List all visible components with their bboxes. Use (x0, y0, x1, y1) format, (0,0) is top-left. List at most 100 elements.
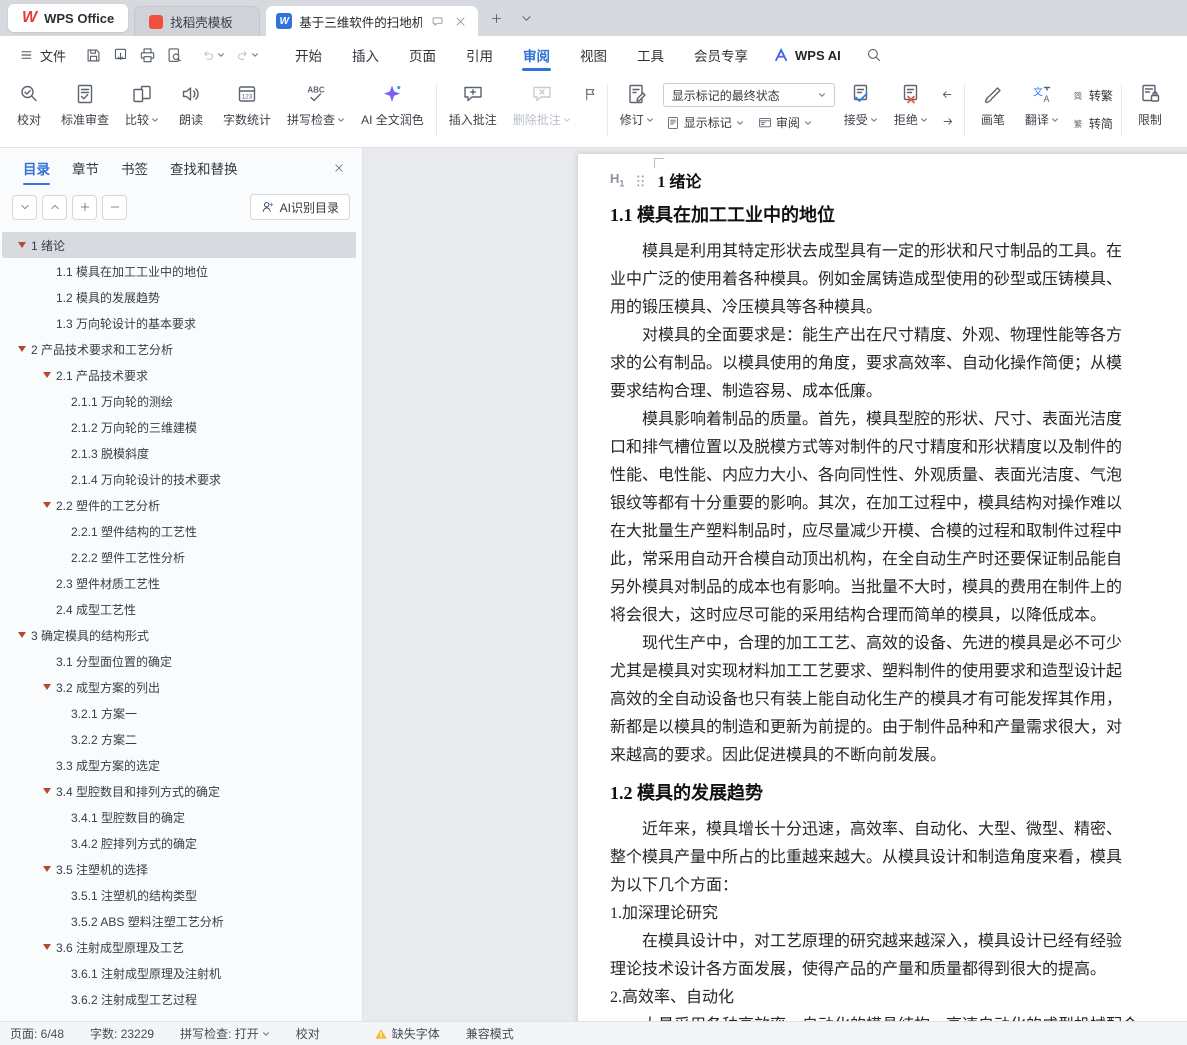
document-tab[interactable]: W 基于三维软件的扫地机器人万 (266, 6, 479, 36)
heading-level-icon[interactable]: H1 (610, 171, 624, 189)
word-count-indicator[interactable]: 字数: 23229 (90, 1025, 154, 1042)
expander-icon[interactable] (43, 944, 56, 950)
new-tab-button[interactable] (484, 6, 508, 30)
save-icon[interactable] (80, 42, 107, 69)
ribbon-button-translate[interactable]: 文 A 翻译 (1018, 74, 1066, 147)
sidebar-tab-find-replace[interactable]: 查找和替换 (159, 148, 249, 188)
comment-bubble-icon[interactable] (429, 13, 445, 29)
show-markup-state-dropdown[interactable]: 显示标记的最终状态 (662, 83, 835, 107)
toc-item[interactable]: 3.4.2 腔排列方式的确定 (2, 830, 356, 856)
menu-tab-review[interactable]: 审阅 (508, 36, 565, 74)
wps-ai-menu-item[interactable]: WPS AI (773, 47, 841, 64)
expander-icon[interactable] (43, 788, 56, 794)
ribbon-button-accept[interactable]: 接受 (837, 74, 885, 147)
export-pdf-icon[interactable] (107, 42, 134, 69)
toc-item[interactable]: 2.4 成型工艺性 (2, 596, 356, 622)
ribbon-button-fan[interactable]: 繁转简 (1068, 113, 1116, 134)
expander-icon[interactable] (18, 346, 31, 352)
ribbon-button-resolve[interactable] (580, 83, 602, 105)
toc-item[interactable]: 3.2 成型方案的列出 (2, 674, 356, 700)
ribbon-button-comment-add[interactable]: 插入批注 (442, 74, 504, 147)
print-icon[interactable] (134, 42, 161, 69)
expander-icon[interactable] (43, 502, 56, 508)
ribbon-button-proofread[interactable]: 校对 (6, 74, 52, 147)
expander-icon[interactable] (43, 866, 56, 872)
sidebar-tab-toc[interactable]: 目录 (12, 148, 61, 188)
expander-icon[interactable] (18, 242, 31, 248)
missing-font-warning[interactable]: 缺失字体 (374, 1025, 440, 1042)
expander-icon[interactable] (43, 684, 56, 690)
ribbon-button-marks[interactable]: 显示标记 (663, 112, 747, 133)
sidebar-tab-chapter[interactable]: 章节 (61, 148, 110, 188)
menu-tab-page[interactable]: 页面 (394, 36, 451, 74)
close-tab-icon[interactable] (452, 13, 468, 29)
undo-button[interactable] (196, 42, 230, 69)
ribbon-button-pen[interactable]: 画笔 (970, 74, 1016, 147)
ribbon-button-revise[interactable]: 修订 (613, 74, 661, 147)
toc-item[interactable]: 3.5 注塑机的选择 (2, 856, 356, 882)
toc-item[interactable]: 3.5.2 ABS 塑料注塑工艺分析 (2, 908, 356, 934)
close-panel-icon[interactable] (328, 157, 350, 179)
wps-office-home-tab[interactable]: W WPS Office (8, 4, 129, 32)
tab-list-dropdown-icon[interactable] (514, 6, 538, 30)
expander-icon[interactable] (43, 372, 56, 378)
toc-item[interactable]: 3 确定模具的结构形式 (2, 622, 356, 648)
toc-item[interactable]: 3.6.1 注射成型原理及注射机 (2, 960, 356, 986)
ribbon-button-standard[interactable]: 标准审查 (54, 74, 116, 147)
menu-tab-reference[interactable]: 引用 (451, 36, 508, 74)
ribbon-button-wordcount[interactable]: 123 字数统计 (216, 74, 278, 147)
toc-item[interactable]: 2 产品技术要求和工艺分析 (2, 336, 356, 362)
ribbon-button-reject[interactable]: 拒绝 (887, 74, 935, 147)
ribbon-button-ai-polish[interactable]: AI 全文润色 (354, 74, 431, 147)
toc-item[interactable]: 3.4 型腔数目和排列方式的确定 (2, 778, 356, 804)
ai-recognize-toc-button[interactable]: AI识别目录 (249, 194, 350, 220)
menu-tab-insert[interactable]: 插入 (337, 36, 394, 74)
ribbon-button-read[interactable]: 朗读 (168, 74, 214, 147)
toc-item[interactable]: 3.4.1 型腔数目的确定 (2, 804, 356, 830)
menu-tab-home[interactable]: 开始 (280, 36, 337, 74)
ribbon-button-pane[interactable]: 审阅 (755, 112, 815, 133)
toc-item[interactable]: 3.5.1 注塑机的结构类型 (2, 882, 356, 908)
toc-item[interactable]: 3.3 成型方案的选定 (2, 752, 356, 778)
menu-tab-tools[interactable]: 工具 (622, 36, 679, 74)
toc-item[interactable]: 1 绪论 (2, 232, 356, 258)
toc-item[interactable]: 2.2.2 塑件工艺性分析 (2, 544, 356, 570)
toc-item[interactable]: 2.1 产品技术要求 (2, 362, 356, 388)
toc-item[interactable]: 1.1 模具在加工工业中的地位 (2, 258, 356, 284)
collapse-all-button[interactable] (12, 194, 37, 220)
ribbon-button-compare[interactable]: 比较 (118, 74, 166, 147)
drag-handle-icon[interactable] (633, 173, 648, 188)
toc-item[interactable]: 1.3 万向轮设计的基本要求 (2, 310, 356, 336)
proofread-status-button[interactable]: 校对 (296, 1025, 320, 1042)
ribbon-button-jian[interactable]: 简转繁 (1068, 85, 1116, 106)
template-store-tab[interactable]: 找稻壳模板 (134, 6, 261, 36)
document-canvas[interactable]: H1 1 绪论 1.1 模具在加工工业中的地位 模具是利用其特定形状去成型具有一定的… (363, 148, 1187, 1021)
sidebar-tab-bookmark[interactable]: 书签 (110, 148, 159, 188)
toc-item[interactable]: 2.3 塑件材质工艺性 (2, 570, 356, 596)
print-preview-icon[interactable] (161, 42, 188, 69)
toc-item[interactable]: 2.1.3 脱模斜度 (2, 440, 356, 466)
menu-tab-member[interactable]: 会员专享 (679, 36, 763, 74)
toc-item[interactable]: 3.2.1 方案一 (2, 700, 356, 726)
ribbon-button-spell[interactable]: ABC 拼写检查 (280, 74, 352, 147)
toc-item[interactable]: 1.2 模具的发展趋势 (2, 284, 356, 310)
search-icon[interactable] (861, 42, 887, 68)
redo-button[interactable] (230, 42, 264, 69)
toc-item[interactable]: 3.6.2 注射成型工艺过程 (2, 986, 356, 1012)
toc-item[interactable]: 3.2.2 方案二 (2, 726, 356, 752)
ribbon-button-restrict[interactable]: 限制 (1127, 74, 1173, 147)
expand-all-button[interactable] (42, 194, 67, 220)
menu-tab-view[interactable]: 视图 (565, 36, 622, 74)
page-indicator[interactable]: 页面: 6/48 (10, 1025, 64, 1042)
ribbon-button-prev[interactable] (937, 83, 959, 105)
toc-item[interactable]: 2.1.4 万向轮设计的技术要求 (2, 466, 356, 492)
toc-item[interactable]: 2.2 塑件的工艺分析 (2, 492, 356, 518)
compatibility-mode-indicator[interactable]: 兼容模式 (466, 1025, 514, 1042)
spellcheck-toggle[interactable]: 拼写检查: 打开 (180, 1025, 270, 1042)
toc-item[interactable]: 3.6 注射成型原理及工艺 (2, 934, 356, 960)
file-menu-button[interactable]: 文件 (10, 41, 76, 69)
toc-item[interactable]: 3.1 分型面位置的确定 (2, 648, 356, 674)
ribbon-button-next[interactable] (937, 110, 959, 132)
zoom-in-button[interactable] (72, 194, 97, 220)
toc-item[interactable]: 2.1.1 万向轮的测绘 (2, 388, 356, 414)
